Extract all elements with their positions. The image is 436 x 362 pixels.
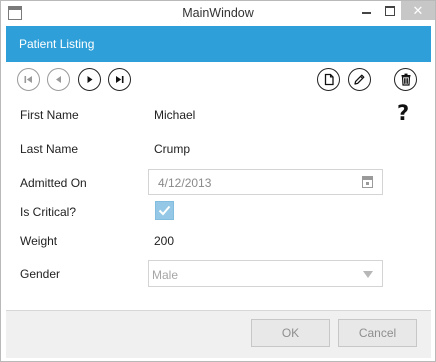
first-record-button[interactable] xyxy=(17,68,40,91)
previous-record-icon xyxy=(56,76,61,83)
edit-record-button[interactable] xyxy=(348,68,371,91)
last-record-icon xyxy=(116,76,124,83)
maximize-button[interactable] xyxy=(380,1,400,21)
new-record-icon xyxy=(324,73,334,86)
new-record-button[interactable] xyxy=(317,68,340,91)
next-record-icon xyxy=(87,76,93,83)
minimize-button[interactable] xyxy=(354,1,378,21)
delete-record-button[interactable] xyxy=(394,68,417,91)
page-header: Patient Listing xyxy=(6,26,431,62)
admitted-on-value: 4/12/2013 xyxy=(158,176,212,190)
title-bar: MainWindow ✕ xyxy=(1,1,435,26)
main-window: MainWindow ✕ Patient Listing ? First Nam… xyxy=(0,0,436,362)
help-icon[interactable]: ? xyxy=(397,101,409,125)
next-record-button[interactable] xyxy=(78,68,101,91)
cancel-button[interactable]: Cancel xyxy=(338,319,417,347)
dialog-footer: OK Cancel xyxy=(6,310,431,358)
first-name-value[interactable]: Michael xyxy=(154,108,195,122)
admitted-on-label: Admitted On xyxy=(20,176,87,190)
gender-label: Gender xyxy=(20,267,61,281)
last-name-value[interactable]: Crump xyxy=(154,142,190,156)
gender-selected-value: Male xyxy=(152,268,179,282)
chevron-down-icon xyxy=(363,271,373,278)
last-record-button[interactable] xyxy=(108,68,131,91)
weight-label: Weight xyxy=(20,234,58,248)
is-critical-label: Is Critical? xyxy=(20,205,77,219)
gender-dropdown[interactable]: Male xyxy=(148,260,383,287)
weight-value[interactable]: 200 xyxy=(154,234,174,248)
delete-icon xyxy=(401,73,410,86)
close-button[interactable]: ✕ xyxy=(401,1,435,20)
is-critical-checkbox[interactable] xyxy=(155,201,174,220)
last-name-label: Last Name xyxy=(20,142,79,156)
ok-button[interactable]: OK xyxy=(251,319,330,347)
checkmark-icon xyxy=(158,205,171,216)
first-record-icon xyxy=(24,76,32,83)
page-title: Patient Listing xyxy=(19,37,95,51)
calendar-icon[interactable] xyxy=(362,176,373,188)
edit-icon xyxy=(354,74,365,85)
admitted-on-date-picker[interactable]: 4/12/2013 xyxy=(148,169,383,195)
first-name-label: First Name xyxy=(20,108,79,122)
previous-record-button[interactable] xyxy=(47,68,70,91)
close-icon: ✕ xyxy=(412,2,424,18)
